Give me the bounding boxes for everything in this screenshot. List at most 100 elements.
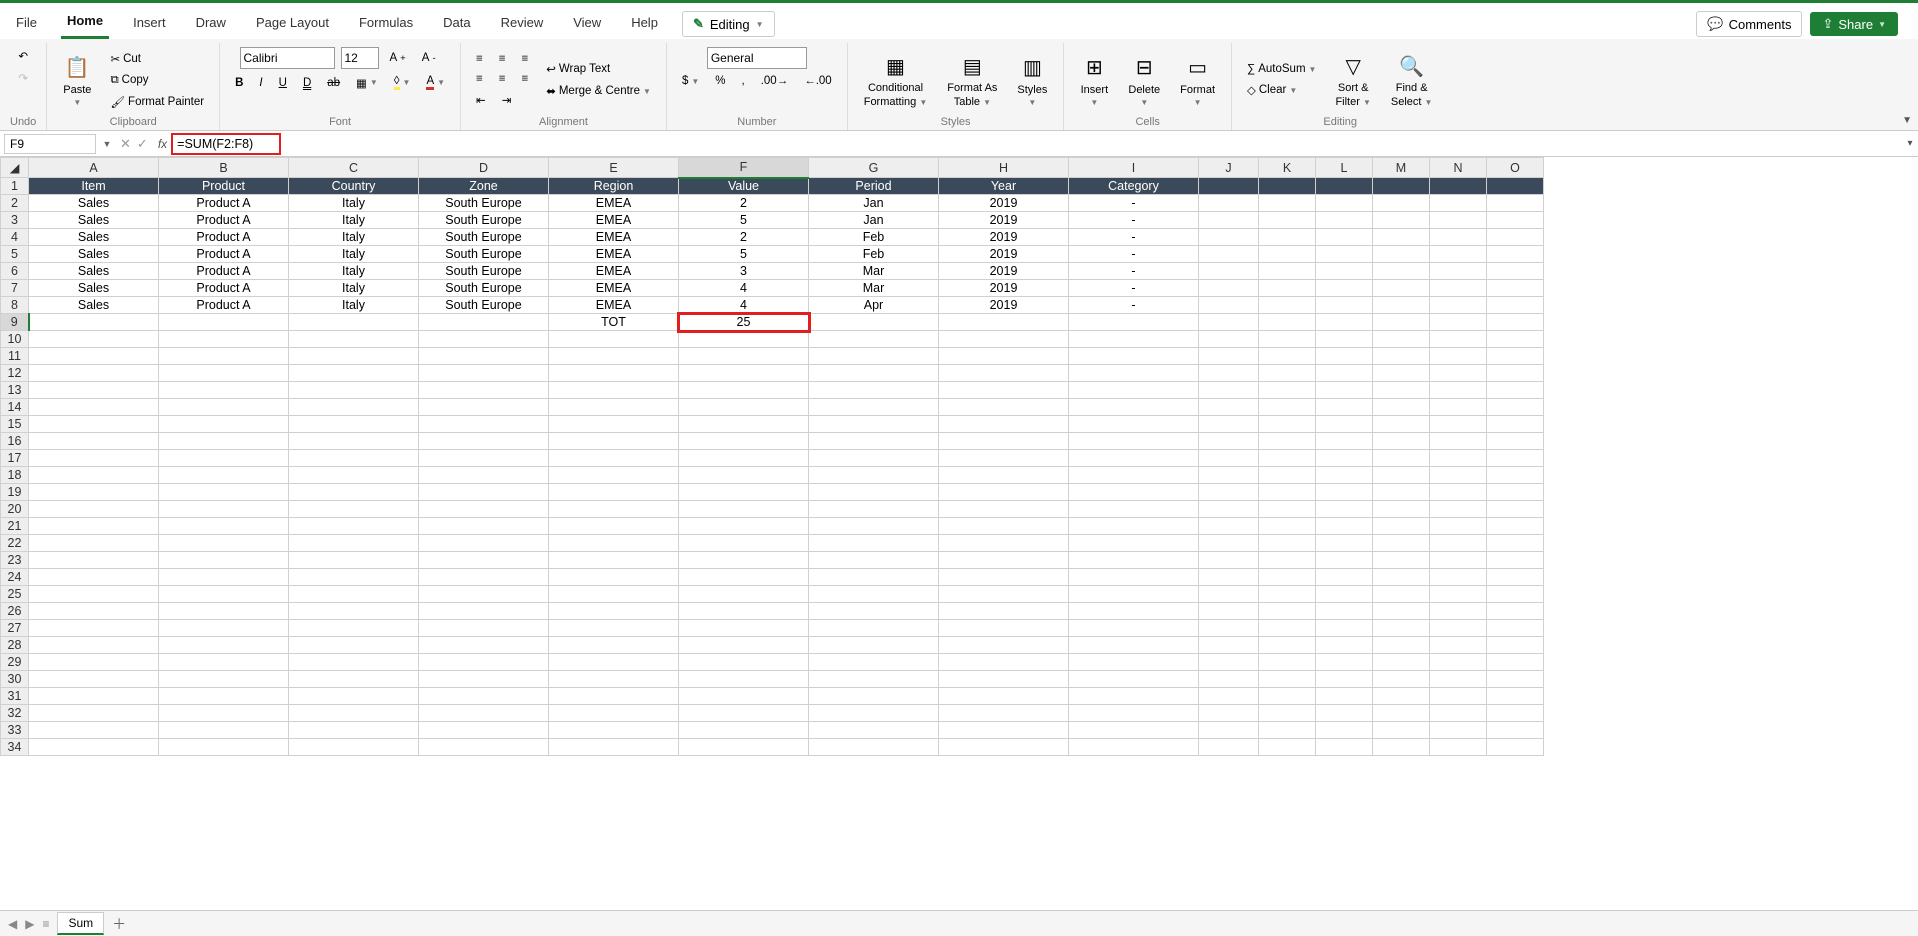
cell[interactable] (1487, 178, 1544, 195)
cell[interactable] (939, 603, 1069, 620)
align-top-button[interactable]: ≡ (471, 51, 488, 67)
cell[interactable] (1430, 416, 1487, 433)
expand-formula-bar-button[interactable]: ▾ (1902, 138, 1918, 149)
underline-button[interactable]: U (274, 75, 292, 91)
cell[interactable] (549, 552, 679, 569)
cell[interactable] (1487, 552, 1544, 569)
cell[interactable] (1259, 586, 1316, 603)
cell[interactable] (1373, 229, 1430, 246)
cell[interactable] (1316, 280, 1373, 297)
cell[interactable] (419, 603, 549, 620)
cell[interactable] (289, 722, 419, 739)
cell[interactable] (1316, 552, 1373, 569)
cell[interactable]: Sales (29, 297, 159, 314)
row-header[interactable]: 18 (1, 467, 29, 484)
cell[interactable]: Sales (29, 229, 159, 246)
column-header[interactable]: I (1069, 158, 1199, 178)
cell[interactable] (939, 518, 1069, 535)
cell[interactable] (1373, 314, 1430, 331)
enter-formula-button[interactable]: ✓ (137, 136, 148, 152)
spreadsheet-grid[interactable]: ◢ABCDEFGHIJKLMNO1ItemProductCountryZoneR… (0, 157, 1918, 910)
cell[interactable]: Product A (159, 212, 289, 229)
cell[interactable] (1316, 467, 1373, 484)
column-header[interactable]: A (29, 158, 159, 178)
cell[interactable] (289, 484, 419, 501)
cell[interactable] (939, 688, 1069, 705)
cell[interactable] (289, 637, 419, 654)
cell[interactable] (1487, 671, 1544, 688)
all-sheets-button[interactable]: ≡ (42, 917, 49, 931)
double-underline-button[interactable]: D (298, 75, 316, 91)
cell[interactable] (1373, 195, 1430, 212)
cell[interactable] (1373, 280, 1430, 297)
cell[interactable] (549, 433, 679, 450)
cell[interactable] (1199, 586, 1259, 603)
cell[interactable] (29, 552, 159, 569)
cell[interactable]: Item (29, 178, 159, 195)
cell[interactable] (1069, 620, 1199, 637)
cell[interactable] (1316, 501, 1373, 518)
cell[interactable] (1259, 416, 1316, 433)
sheet-tab[interactable]: Sum (57, 912, 104, 935)
cell[interactable] (809, 348, 939, 365)
cell[interactable] (1487, 331, 1544, 348)
percent-button[interactable]: % (710, 73, 730, 89)
cell[interactable] (1430, 365, 1487, 382)
cell[interactable] (549, 671, 679, 688)
cell[interactable] (1259, 450, 1316, 467)
cell[interactable]: Product A (159, 280, 289, 297)
fx-icon[interactable]: fx (154, 137, 171, 151)
align-bottom-button[interactable]: ≡ (516, 51, 533, 67)
cell[interactable]: Apr (809, 297, 939, 314)
cell[interactable] (1259, 348, 1316, 365)
cell[interactable] (1316, 688, 1373, 705)
cell[interactable] (419, 382, 549, 399)
cell[interactable] (939, 654, 1069, 671)
cell[interactable] (1259, 280, 1316, 297)
bold-button[interactable]: B (230, 75, 248, 91)
cell[interactable] (29, 586, 159, 603)
cell[interactable] (29, 705, 159, 722)
cell[interactable] (1430, 178, 1487, 195)
cell[interactable] (1430, 688, 1487, 705)
cell[interactable] (1373, 365, 1430, 382)
cell[interactable] (549, 416, 679, 433)
cell[interactable]: Feb (809, 246, 939, 263)
cell[interactable] (29, 314, 159, 331)
cell[interactable] (29, 331, 159, 348)
cell[interactable] (549, 739, 679, 756)
cell[interactable] (289, 620, 419, 637)
cell[interactable] (1373, 535, 1430, 552)
cell[interactable] (419, 739, 549, 756)
cell[interactable]: Period (809, 178, 939, 195)
cell[interactable] (1199, 467, 1259, 484)
strikethrough-button[interactable]: ab (322, 75, 345, 91)
cell[interactable] (1430, 620, 1487, 637)
row-header[interactable]: 14 (1, 399, 29, 416)
cell[interactable] (159, 518, 289, 535)
cell[interactable] (419, 416, 549, 433)
cell[interactable]: 2019 (939, 263, 1069, 280)
cell[interactable] (1373, 501, 1430, 518)
cell[interactable]: Mar (809, 263, 939, 280)
cell[interactable] (679, 331, 809, 348)
cell[interactable] (679, 484, 809, 501)
cell[interactable] (1430, 705, 1487, 722)
comma-button[interactable]: , (737, 73, 750, 89)
cell[interactable] (1430, 654, 1487, 671)
cell[interactable] (1069, 739, 1199, 756)
row-header[interactable]: 12 (1, 365, 29, 382)
cell[interactable]: EMEA (549, 280, 679, 297)
cell[interactable] (29, 501, 159, 518)
cell[interactable]: Product A (159, 195, 289, 212)
cell[interactable] (159, 433, 289, 450)
borders-button[interactable]: ▦▼ (351, 74, 383, 92)
cell[interactable] (809, 416, 939, 433)
row-header[interactable]: 9 (1, 314, 29, 331)
cell[interactable]: South Europe (419, 263, 549, 280)
cell[interactable] (1069, 399, 1199, 416)
cell[interactable] (679, 637, 809, 654)
cell[interactable]: Sales (29, 195, 159, 212)
cell[interactable] (1069, 637, 1199, 654)
cell[interactable] (549, 705, 679, 722)
